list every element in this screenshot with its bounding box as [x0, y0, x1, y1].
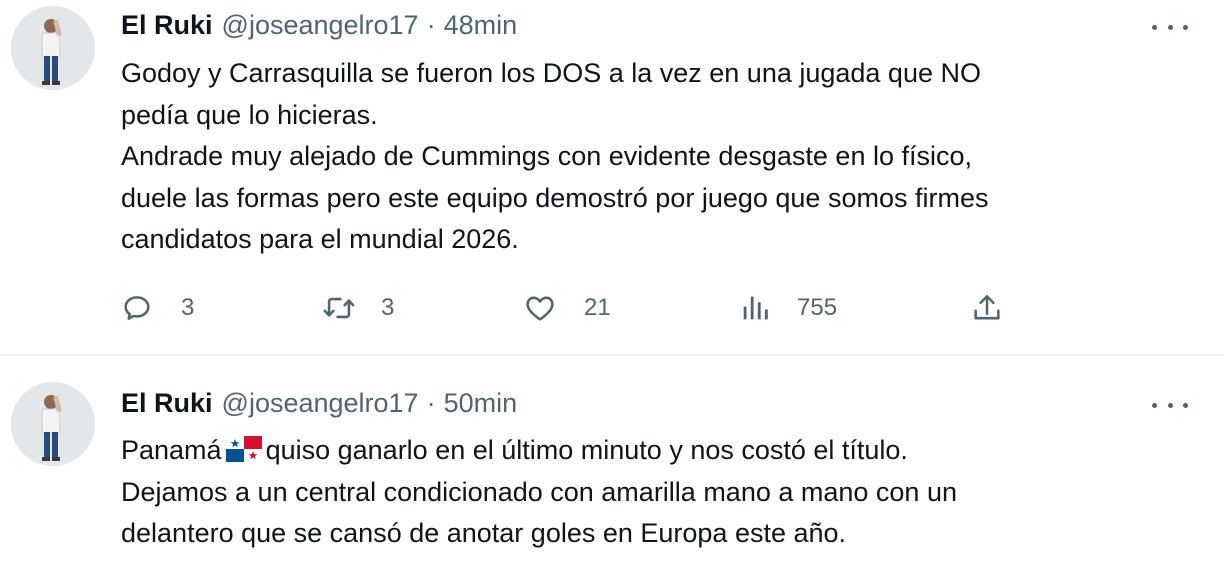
- tweet-header: El Ruki @joseangelro17 · 48min: [121, 8, 517, 42]
- tweet-text: Panamá quiso ganarlo en el último minuto…: [121, 430, 1191, 555]
- tweet-header: El Ruki @joseangelro17 · 50min: [121, 386, 517, 420]
- author-name[interactable]: El Ruki: [121, 10, 213, 41]
- share-icon: [974, 295, 1000, 320]
- author-handle[interactable]: @joseangelro17: [222, 388, 419, 419]
- like-button[interactable]: 21: [523, 286, 611, 330]
- heart-icon: [526, 296, 554, 321]
- more-icon[interactable]: [1152, 15, 1188, 39]
- avatar[interactable]: [11, 382, 95, 466]
- views-icon: [743, 296, 768, 320]
- views-button[interactable]: 755: [738, 286, 837, 330]
- timestamp[interactable]: 48min: [444, 10, 518, 41]
- tweet-text-line: duele las formas pero este equipo demost…: [121, 182, 989, 213]
- author-name[interactable]: El Ruki: [121, 388, 213, 419]
- text-segment: quiso ganarlo en el último minuto y nos …: [265, 435, 908, 465]
- panama-flag-emoji: [225, 436, 262, 462]
- author-handle[interactable]: @joseangelro17: [222, 10, 419, 41]
- text-segment: Panamá: [121, 435, 222, 465]
- tweet-text-line: Godoy y Carrasquilla se fueron los DOS a…: [121, 58, 981, 88]
- tweet[interactable]: El Ruki @joseangelro17 · 48min Godoy y C…: [0, 0, 1224, 354]
- separator-dot: ·: [426, 387, 436, 418]
- more-icon[interactable]: [1152, 393, 1188, 417]
- tweet-text-line: delantero que se cansó de anotar goles e…: [121, 518, 847, 548]
- reply-count: 3: [181, 294, 195, 321]
- retweet-icon: [323, 297, 355, 319]
- tweet-text-line: candidatos para el mundial 2026.: [121, 224, 519, 254]
- like-count: 21: [584, 294, 611, 321]
- views-count: 755: [797, 294, 838, 321]
- retweet-button[interactable]: 3: [322, 286, 394, 330]
- avatar[interactable]: [11, 6, 95, 90]
- tweet-text-line: pedía que lo hicieras.: [121, 99, 378, 130]
- share-button[interactable]: [970, 286, 1004, 330]
- reply-button[interactable]: 3: [120, 286, 194, 330]
- tweet-text-line: Andrade muy alejado de Cummings con evid…: [121, 141, 973, 171]
- separator-dot: ·: [426, 9, 436, 40]
- reply-icon: [124, 296, 150, 320]
- timestamp[interactable]: 50min: [444, 388, 518, 419]
- action-bar: 3 3 21 755: [120, 286, 1020, 330]
- tweet[interactable]: El Ruki @joseangelro17 · 50min Panamá qu…: [0, 354, 1224, 578]
- tweet-text: Godoy y Carrasquilla se fueron los DOS a…: [121, 53, 1191, 261]
- tweet-text-line: Dejamos a un central condicionado con am…: [121, 476, 957, 507]
- tweet-text-line: Panamá quiso ganarlo en el último minuto…: [121, 430, 1191, 472]
- retweet-count: 3: [381, 294, 395, 321]
